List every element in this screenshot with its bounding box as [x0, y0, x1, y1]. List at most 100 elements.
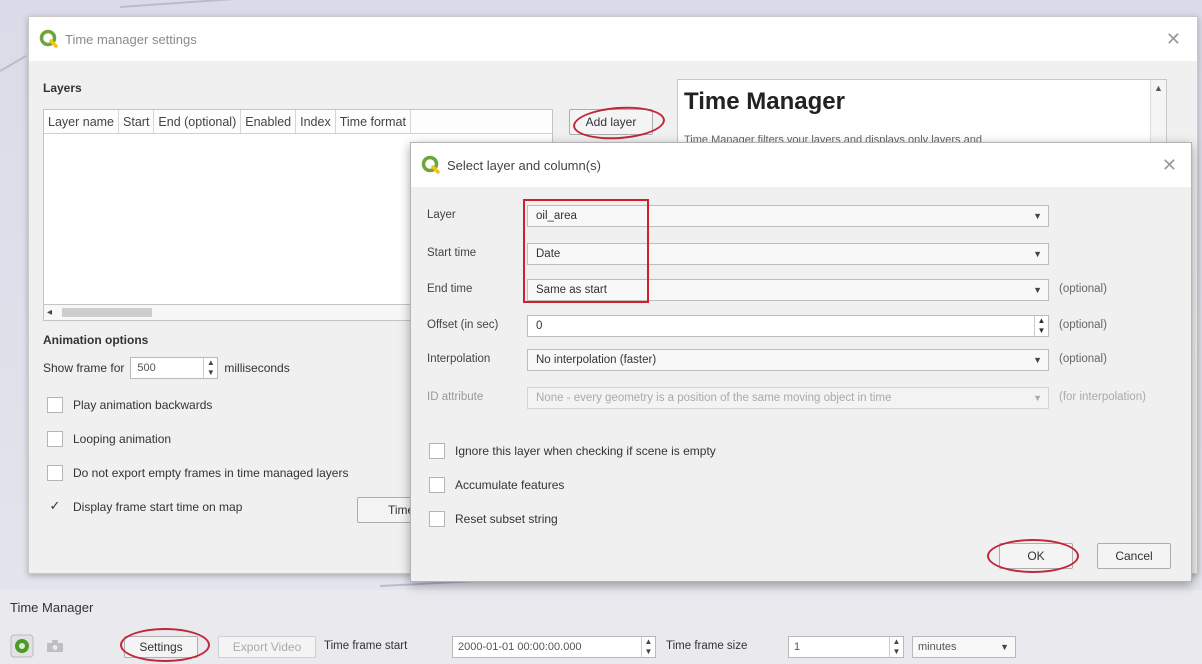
offset-value: 0 — [536, 320, 543, 332]
close-icon[interactable]: ✕ — [1162, 155, 1177, 176]
end-time-label: End time — [427, 283, 473, 295]
interpolation-note: (optional) — [1059, 353, 1107, 365]
offset-label: Offset (in sec) — [427, 319, 499, 331]
looping-checkbox[interactable] — [47, 431, 63, 447]
option-label: Do not export empty frames in time manag… — [73, 466, 349, 480]
dialog-titlebar: Time manager settings — [29, 17, 1197, 61]
settings-button[interactable]: Settings — [124, 636, 198, 658]
spin-arrows-icon[interactable]: ▲ ▼ — [1034, 316, 1048, 336]
time-frame-size-spinbox[interactable]: 1 ▲ ▼ — [788, 636, 904, 658]
add-layer-button[interactable]: Add layer — [569, 109, 653, 135]
layer-value: oil_area — [536, 210, 577, 222]
option-row[interactable]: Ignore this layer when checking if scene… — [429, 443, 716, 459]
start-time-combobox[interactable]: Date ▼ — [527, 243, 1049, 265]
option-row[interactable]: Accumulate features — [429, 477, 564, 493]
reset-subset-checkbox[interactable] — [429, 511, 445, 527]
scroll-up-icon[interactable]: ▲ — [1151, 80, 1166, 96]
time-frame-size-value: 1 — [794, 641, 801, 653]
id-attribute-combobox: None - every geometry is a position of t… — [527, 387, 1049, 409]
option-row[interactable]: Play animation backwards — [47, 397, 212, 413]
ignore-empty-checkbox[interactable] — [429, 443, 445, 459]
frame-duration-spinbox[interactable]: 500 ▲ ▼ — [130, 357, 219, 379]
layers-label: Layers — [43, 81, 82, 95]
option-row[interactable]: Do not export empty frames in time manag… — [47, 465, 409, 481]
interpolation-combobox[interactable]: No interpolation (faster) ▼ — [527, 349, 1049, 371]
column-header-layer-name[interactable]: Layer name — [44, 110, 120, 133]
interpolation-label: Interpolation — [427, 353, 491, 365]
show-frame-label: Show frame for — [43, 361, 125, 375]
column-header-time-format[interactable]: Time format — [336, 110, 411, 133]
spin-arrows-icon[interactable]: ▲ ▼ — [203, 358, 217, 378]
chevron-down-icon[interactable]: ▼ — [1033, 350, 1042, 370]
interpolation-value: No interpolation (faster) — [536, 354, 657, 366]
camera-icon[interactable] — [44, 637, 66, 655]
option-label: Display frame start time on map — [73, 500, 243, 514]
qgis-logo-icon — [39, 29, 58, 48]
column-header-enabled[interactable]: Enabled — [241, 110, 297, 133]
layers-table-header: Layer name Start End (optional) Enabled … — [44, 110, 552, 134]
dialog-titlebar: Select layer and column(s) — [411, 143, 1191, 187]
offset-spinbox[interactable]: 0 ▲ ▼ — [527, 315, 1049, 337]
end-time-note: (optional) — [1059, 283, 1107, 295]
help-title: Time Manager — [684, 88, 845, 115]
help-scrollbar[interactable]: ▲ — [1150, 80, 1166, 148]
time-frame-start-label: Time frame start — [324, 640, 408, 652]
scroll-left-icon[interactable]: ◂ — [47, 305, 52, 321]
chevron-down-icon[interactable]: ▼ — [1033, 280, 1042, 300]
spin-arrows-icon[interactable]: ▲ ▼ — [641, 637, 655, 657]
play-backwards-checkbox[interactable] — [47, 397, 63, 413]
no-empty-frames-checkbox[interactable] — [47, 465, 63, 481]
chevron-down-icon[interactable]: ▼ — [1000, 637, 1009, 657]
layer-combobox[interactable]: oil_area ▼ — [527, 205, 1049, 227]
offset-note: (optional) — [1059, 319, 1107, 331]
option-label: Reset subset string — [455, 512, 558, 526]
dialog-title: Select layer and column(s) — [447, 157, 601, 173]
id-attribute-label: ID attribute — [427, 391, 484, 403]
column-header-start[interactable]: Start — [119, 110, 155, 133]
power-icon[interactable] — [10, 634, 34, 658]
screenshot-button[interactable] — [44, 634, 66, 658]
start-time-value: Date — [536, 248, 561, 260]
spin-arrows-icon[interactable]: ▲ ▼ — [889, 637, 903, 657]
layer-label: Layer — [427, 209, 456, 221]
close-icon[interactable]: ✕ — [1166, 29, 1181, 50]
select-layer-dialog: Select layer and column(s) ✕ Layer oil_a… — [410, 142, 1192, 582]
start-time-label: Start time — [427, 247, 477, 259]
column-header-end[interactable]: End (optional) — [154, 110, 242, 133]
cancel-button[interactable]: Cancel — [1097, 543, 1171, 569]
time-frame-start-input[interactable]: 2000-01-01 00:00:00.000 ▲ ▼ — [452, 636, 656, 658]
time-unit-combobox[interactable]: minutes ▼ — [912, 636, 1016, 658]
option-label: Accumulate features — [455, 478, 565, 492]
export-video-button: Export Video — [218, 636, 316, 658]
frame-duration-value: 500 — [137, 362, 156, 374]
option-label: Play animation backwards — [73, 398, 213, 412]
id-attribute-note: (for interpolation) — [1059, 391, 1146, 403]
show-frame-row: Show frame for 500 ▲ ▼ milliseconds — [43, 357, 290, 379]
chevron-down-icon: ▼ — [1033, 393, 1042, 403]
help-pane: Time Manager Time Manager filters your l… — [677, 79, 1167, 149]
accumulate-features-checkbox[interactable] — [429, 477, 445, 493]
scrollbar-thumb[interactable] — [62, 308, 152, 317]
option-label: Ignore this layer when checking if scene… — [455, 444, 716, 458]
option-row[interactable]: Looping animation — [47, 431, 171, 447]
column-header-index[interactable]: Index — [296, 110, 336, 133]
time-manager-panel-title: Time Manager — [10, 600, 94, 615]
ok-button[interactable]: OK — [999, 543, 1073, 569]
option-label: Looping animation — [73, 432, 172, 446]
option-row[interactable]: Reset subset string — [429, 511, 558, 527]
end-time-combobox[interactable]: Same as start ▼ — [527, 279, 1049, 301]
id-attribute-value: None - every geometry is a position of t… — [536, 392, 892, 404]
time-unit-value: minutes — [918, 641, 957, 653]
chevron-down-icon[interactable]: ▼ — [1033, 244, 1042, 264]
dialog-title: Time manager settings — [65, 31, 197, 47]
time-frame-start-value: 2000-01-01 00:00:00.000 — [458, 641, 582, 653]
time-display-button[interactable]: Time — [357, 497, 417, 523]
time-frame-size-label: Time frame size — [666, 640, 748, 652]
animation-options-label: Animation options — [43, 333, 149, 347]
qgis-logo-icon — [421, 155, 440, 174]
chevron-down-icon[interactable]: ▼ — [1033, 206, 1042, 226]
display-start-time-checkbox[interactable]: ✓ — [47, 499, 63, 515]
end-time-value: Same as start — [536, 284, 607, 296]
power-toggle-button[interactable] — [10, 634, 34, 658]
option-row[interactable]: ✓ Display frame start time on map — [47, 499, 243, 515]
